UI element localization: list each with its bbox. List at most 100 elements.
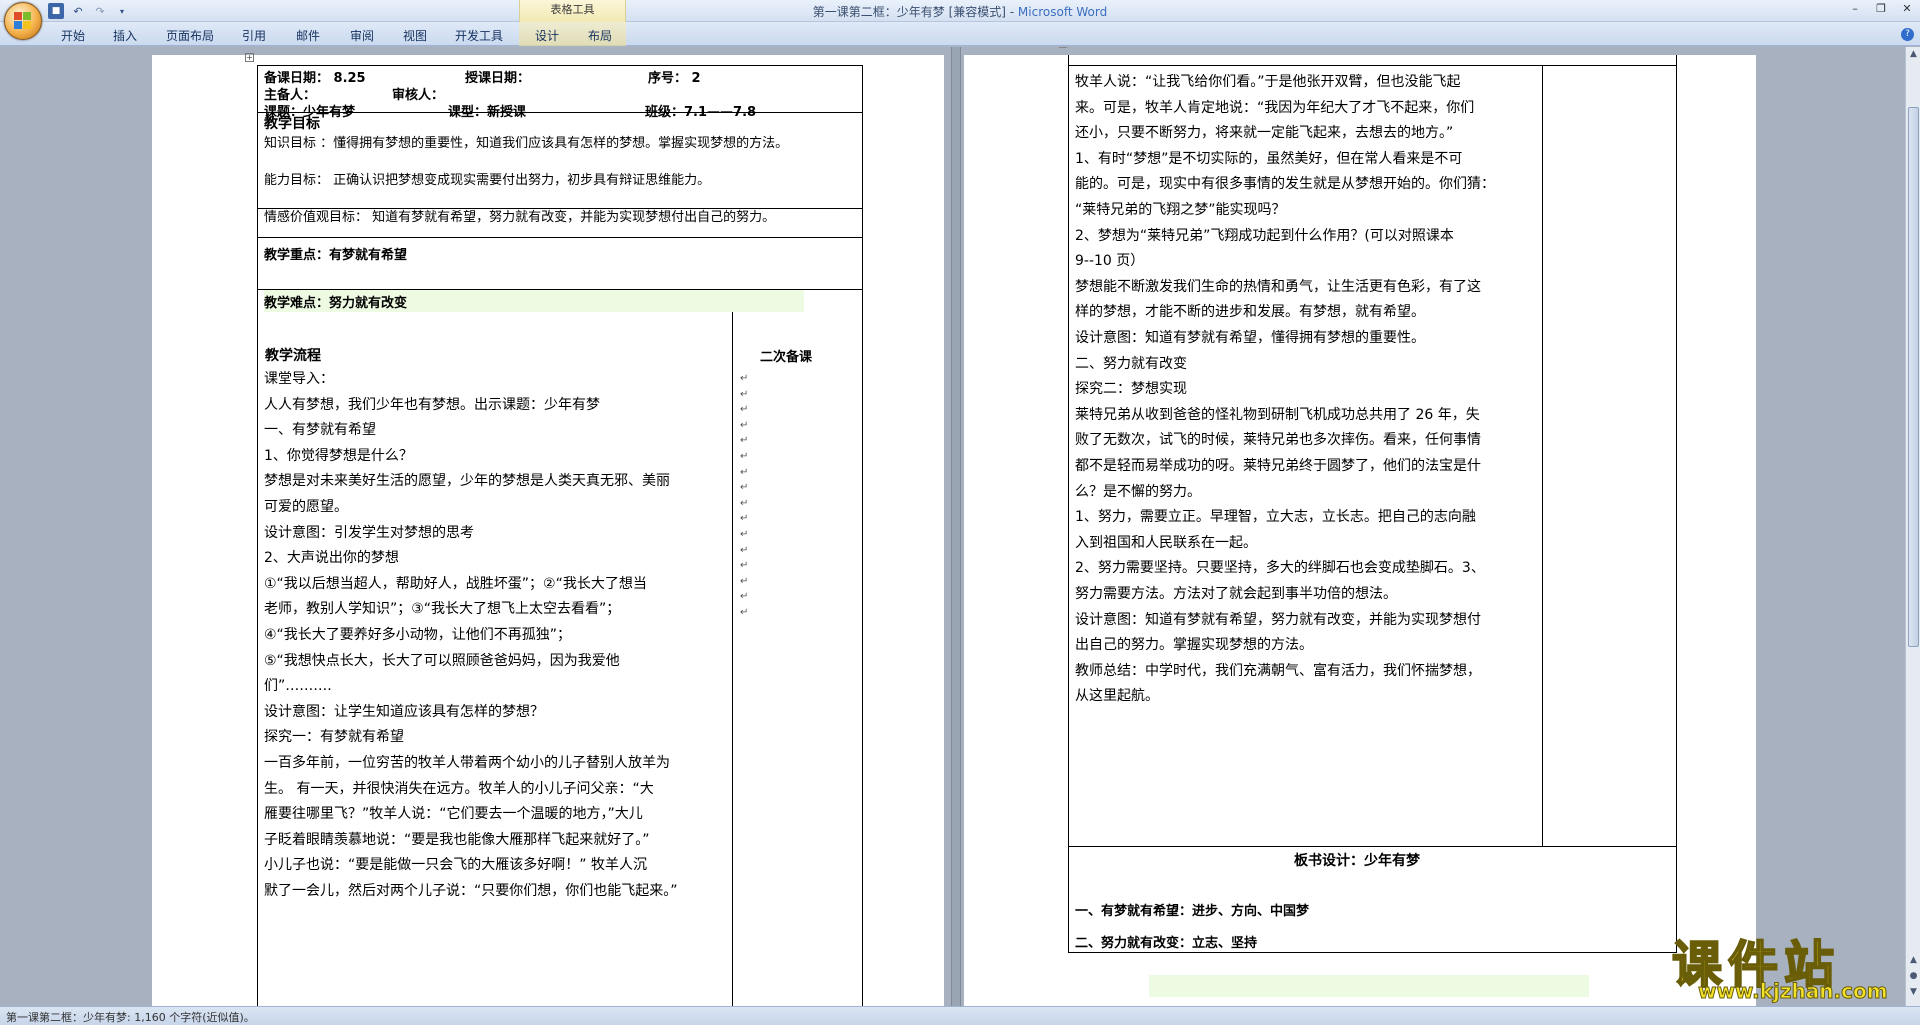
flow-line: ④“我长大了要养好多小动物，让他们不再孤独”； [264, 627, 572, 643]
paragraph-mark: ↵ [740, 544, 749, 556]
flow-line: 雁要往哪里飞？”牧羊人说：“它们要去一个温暖的地方，”大儿 [264, 806, 643, 823]
flow-line: 默了一会儿，然后对两个儿子说：“只要你们想，你们也能飞起来。” [264, 883, 678, 899]
table-column-rule [732, 289, 733, 1006]
office-button[interactable] [4, 2, 42, 40]
flow-line: ⑤“我想快点长大，长大了可以照顾爸爸妈妈，因为我爱他 [264, 652, 620, 669]
flow-line: 2、大声说出你的梦想 [264, 550, 399, 567]
tab-page-layout[interactable]: 页面布局 [166, 27, 214, 44]
paragraph-mark: ↵ [740, 435, 749, 447]
second-prep-title: 二次备课 [760, 350, 813, 365]
page-1: + 备课日期： 8.25 授课日期： 序号： 2 主备人： 审核人： 课题：少年… [152, 53, 944, 1006]
flow-line: 努力需要方法。方法对了就会起到事半功倍的想法。 [1075, 586, 1397, 602]
flow-line: “莱特兄弟的飞翔之梦”能实现吗？ [1075, 202, 1286, 218]
tab-developer[interactable]: 开发工具 [455, 27, 503, 44]
table-rule [1068, 846, 1677, 847]
tab-mailings[interactable]: 邮件 [296, 27, 320, 44]
customize-toolbar-icon[interactable]: ▾ [114, 3, 130, 19]
help-icon[interactable]: ? [1901, 28, 1914, 41]
flow-line: 一、有梦就有希望 [264, 422, 376, 439]
tab-references[interactable]: 引用 [242, 27, 266, 44]
paragraph-mark: ↵ [740, 497, 749, 509]
flow-line: 败了无数次，试飞的时候，莱特兄弟也多次摔伤。看来，任何事情 [1075, 432, 1481, 449]
page-divider [951, 47, 961, 1006]
flow-title: 教学流程 [265, 348, 321, 364]
previous-page-icon[interactable]: ▲ [1907, 955, 1920, 968]
app-name: Microsoft Word [1017, 5, 1108, 19]
flow-line: 设计意图：让学生知道应该具有怎样的梦想？ [264, 703, 544, 720]
key-point: 教学重点：有梦就有希望 [264, 248, 408, 263]
flow-line: 2、梦想为“莱特兄弟”飞翔成功起到什么作用？(可以对照课本 [1075, 227, 1454, 244]
flow-line: 们”………. [264, 678, 332, 695]
minimize-button[interactable]: – [1842, 0, 1868, 18]
board-line-1: 一、有梦就有希望：进步、方向、中国梦 [1075, 904, 1310, 919]
next-page-icon[interactable]: ▼ [1907, 987, 1920, 1000]
table-rule [257, 237, 863, 238]
flow-line: 样的梦想，才能不断的进步和发展。有梦想，就有希望。 [1075, 304, 1425, 321]
flow-line: 还小，只要不断努力，将来就一定能飞起来，去想去的地方。” [1075, 125, 1454, 142]
office-logo-icon [14, 12, 32, 30]
paragraph-mark: ↵ [740, 388, 749, 400]
paragraph-mark: ↵ [740, 575, 749, 587]
scroll-up-icon[interactable]: ▲ [1907, 49, 1920, 62]
flow-line: 从这里起航。 [1075, 688, 1159, 705]
flow-line: 教师总结：中学时代，我们充满朝气、富有活力，我们怀揣梦想， [1075, 662, 1481, 679]
save-icon[interactable]: ■ [48, 3, 64, 19]
flow-line: 入到祖国和人民联系在一起。 [1075, 534, 1257, 551]
window-title: 第一课第二框：少年有梦 [兼容模式] - Microsoft Word [0, 3, 1920, 20]
tab-table-layout[interactable]: 布局 [588, 27, 612, 44]
restore-button[interactable]: ❐ [1868, 0, 1894, 18]
redo-icon[interactable]: ↷ [92, 3, 108, 19]
difficult-point: 教学难点：努力就有改变 [264, 296, 408, 311]
flow-line: 二、努力就有改变 [1075, 355, 1187, 372]
flow-line: 牧羊人说：“让我飞给你们看。”于是他张开双臂，但也没能飞起 [1075, 74, 1461, 90]
teach-date: 授课日期： [465, 71, 531, 86]
watermark-url: www.kjzhan.com [1698, 979, 1889, 1004]
scroll-thumb[interactable] [1908, 107, 1919, 647]
flow-line: 来。可是，牧羊人肯定地说：“我因为年纪大了才飞不起来，你们 [1075, 99, 1475, 116]
flow-line: 9--10 页） [1075, 253, 1145, 270]
tab-view[interactable]: 视图 [403, 27, 427, 44]
objectives-title: 教学目标 [264, 116, 320, 132]
flow-line: 梦想是对未来美好生活的愿望，少年的梦想是人类天真无邪、美丽 [264, 473, 670, 490]
tab-home[interactable]: 开始 [61, 27, 85, 44]
flow-line: 都不是轻而易举成功的呀。莱特兄弟终于圆梦了，他们的法宝是什 [1075, 458, 1481, 474]
table-column-rule [1542, 65, 1543, 846]
flow-line: 莱特兄弟从收到爸爸的怪礼物到研制飞机成功总共用了 26 年，失 [1075, 406, 1480, 423]
flow-line: ①“我以后想当超人，帮助好人，战胜坏蛋”；②“我长大了想当 [264, 575, 647, 592]
board-design-title: 板书设计：少年有梦 [1294, 853, 1420, 869]
flow-line: 课堂导入： [264, 371, 334, 387]
browse-object-icon[interactable]: ● [1907, 971, 1920, 984]
table-rule [1068, 65, 1677, 66]
flow-line: 老师，教别人学知识”；③“我长大了想飞上太空去看看”； [264, 601, 621, 618]
flow-line: 出自己的努力。掌握实现梦想的方法。 [1075, 637, 1313, 654]
paragraph-mark: ↵ [740, 513, 749, 525]
paragraph-mark: ↵ [740, 466, 749, 478]
document-title: 第一课第二框：少年有梦 [兼容模式] - [812, 5, 1018, 19]
vertical-scrollbar[interactable]: ▲ ▲ ● ▼ [1905, 47, 1920, 1006]
flow-line: 1、努力，需要立正。早理智，立大志，立长志。把自己的志向融 [1075, 509, 1476, 526]
tab-insert[interactable]: 插入 [113, 27, 137, 44]
ribbon-tabs: 开始 插入 页面布局 引用 邮件 审阅 视图 开发工具 设计 布局 ? [0, 22, 1920, 46]
document-area: + 备课日期： 8.25 授课日期： 序号： 2 主备人： 审核人： 课题：少年… [0, 47, 1905, 1006]
flow-line: 么？是不懈的努力。 [1075, 483, 1201, 500]
close-button[interactable]: ✕ [1894, 0, 1920, 18]
paragraph-mark: ↵ [740, 451, 749, 462]
table-move-handle-icon[interactable]: + [245, 53, 254, 62]
flow-line: 生。 有一天，并很快消失在远方。牧羊人的小儿子问父亲：“大 [264, 780, 654, 797]
tab-table-design[interactable]: 设计 [535, 27, 559, 44]
flow-line: 可爱的愿望。 [264, 499, 348, 515]
watermark-logo: 课件站 www.kjzhan.com [1671, 925, 1902, 1005]
flow-line: 子眨着眼睛羡慕地说：“要是我也能像大雁那样飞起来就好了。” [264, 831, 650, 848]
status-word-count: 第一课第二框：少年有梦: 1,160 个字符(近似值)。 [6, 1011, 255, 1024]
paragraph-mark: ↵ [740, 404, 749, 416]
objective-ability: 能力目标： 正确认识把梦想变成现实需要付出努力，初步具有辩证思维能力。 [264, 173, 711, 188]
status-bar: 第一课第二框：少年有梦: 1,160 个字符(近似值)。 [0, 1006, 1920, 1025]
paragraph-mark: ↵ [740, 373, 749, 384]
undo-icon[interactable]: ↶ [70, 3, 86, 19]
class-range: 班级：7.1——7.8 [645, 105, 757, 120]
flow-line: 小儿子也说：“要是能做一只会飞的大雁该多好啊！” 牧羊人沉 [264, 857, 647, 874]
flow-line: 探究二：梦想实现 [1075, 381, 1187, 398]
reviewer: 审核人： [392, 88, 445, 103]
paragraph-mark: ↵ [740, 560, 749, 572]
tab-review[interactable]: 审阅 [350, 27, 374, 44]
